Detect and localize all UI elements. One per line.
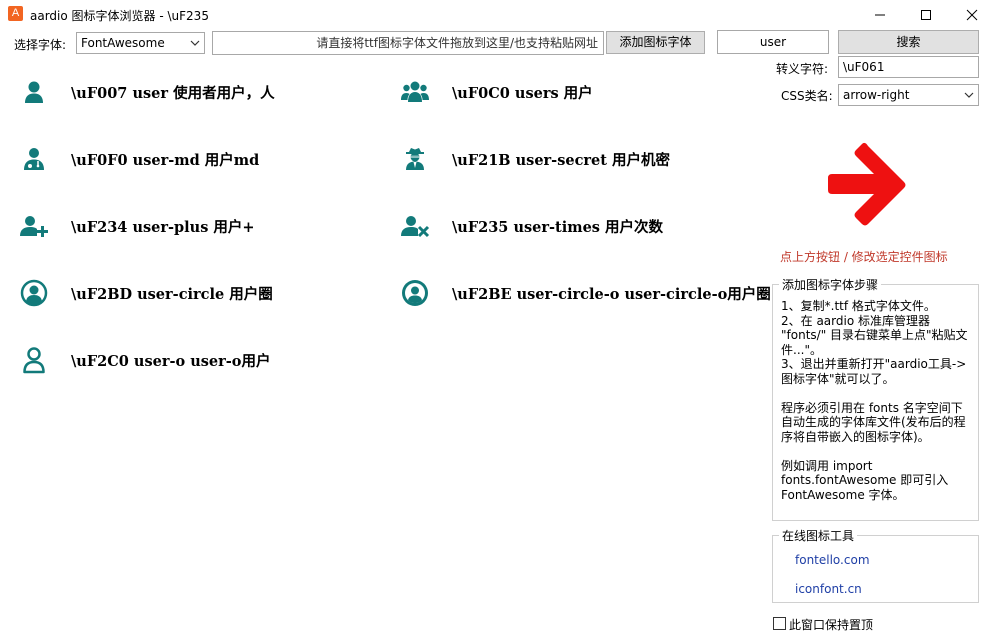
search-input-value: user <box>759 35 787 49</box>
chevron-down-icon <box>190 40 200 46</box>
step-line: 2、在 aardio 标准库管理器 "fonts/" 目录右键菜单上点"粘贴文件… <box>781 313 968 357</box>
icon-caption: \uF234 user-plus 用户+ <box>71 219 255 236</box>
icon-caption: \uF2C0 user-o user-o用户 <box>71 353 271 370</box>
icon-preview-button[interactable] <box>824 140 910 226</box>
icon-caption: \uF2BD user-circle 用户圈 <box>71 286 273 303</box>
topmost-checkbox-label[interactable]: 此窗口保持置顶 <box>789 616 873 633</box>
font-drop-placeholder: 请直接将ttf图标字体文件拖放到这里/也支持粘贴网址 <box>316 36 598 50</box>
step-line: 例如调用 import fonts.fontAwesome 即可引入 FontA… <box>781 458 949 502</box>
step-line: 1、复制*.ttf 格式字体文件。 <box>781 299 936 313</box>
css-class-label: CSS类名: <box>781 89 833 103</box>
close-button[interactable] <box>949 0 993 30</box>
user-circle-o-icon <box>400 278 430 308</box>
font-drop-field[interactable]: 请直接将ttf图标字体文件拖放到这里/也支持粘贴网址 <box>212 31 604 55</box>
topmost-checkbox[interactable] <box>773 617 786 630</box>
steps-group-title: 添加图标字体步骤 <box>779 276 882 293</box>
close-icon <box>966 9 978 21</box>
steps-text: 1、复制*.ttf 格式字体文件。 2、在 aardio 标准库管理器 "fon… <box>781 299 973 502</box>
escape-value: \uF061 <box>843 60 885 74</box>
user-md-icon <box>19 144 49 174</box>
steps-groupbox: 添加图标字体步骤 1、复制*.ttf 格式字体文件。 2、在 aardio 标准… <box>772 276 979 521</box>
user-times-icon <box>400 211 430 241</box>
user-circle-icon <box>19 278 49 308</box>
icon-caption: \uF2BE user-circle-o user-circle-o用户圈 <box>452 286 771 303</box>
css-class-value: arrow-right <box>843 88 910 102</box>
users-icon <box>400 77 430 107</box>
online-tools-title: 在线图标工具 <box>779 527 858 544</box>
add-font-button[interactable]: 添加图标字体 <box>606 31 705 54</box>
step-line: 3、退出并重新打开"aardio工具->图标字体"就可以了。 <box>781 357 967 386</box>
app-logo: A <box>8 6 23 21</box>
escape-label: 转义字符: <box>776 62 829 76</box>
icon-caption: \uF21B user-secret 用户机密 <box>452 152 671 169</box>
icon-caption: \uF235 user-times 用户次数 <box>452 219 664 236</box>
preview-hint: 点上方按钮 / 修改选定控件图标 <box>780 250 948 264</box>
maximize-button[interactable] <box>903 0 949 30</box>
title-bar: A aardio 图标字体浏览器 - \uF235 <box>0 0 993 30</box>
user-plus-icon <box>19 211 49 241</box>
search-input[interactable]: user <box>717 30 829 54</box>
escape-field[interactable]: \uF061 <box>838 56 979 78</box>
css-class-select[interactable]: arrow-right <box>838 84 979 106</box>
user-o-icon <box>19 345 49 375</box>
font-select-label: 选择字体: <box>14 38 67 52</box>
iconfont-link[interactable]: iconfont.cn <box>795 582 862 596</box>
arrow-right-icon <box>828 142 906 226</box>
font-select[interactable]: FontAwesome <box>76 32 205 54</box>
icon-caption: \uF0F0 user-md 用户md <box>71 152 260 169</box>
icon-caption: \uF007 user 使用者用户，人 <box>71 85 275 102</box>
user-icon <box>19 77 49 107</box>
minimize-button[interactable] <box>857 0 903 30</box>
online-tools-groupbox: 在线图标工具 fontello.com iconfont.cn <box>772 527 979 603</box>
user-secret-icon <box>400 144 430 174</box>
step-line: 程序必须引用在 fonts 名字空间下自动生成的字体库文件(发布后的程序将自带嵌… <box>781 400 966 444</box>
font-select-value: FontAwesome <box>81 36 165 50</box>
icon-caption: \uF0C0 users 用户 <box>452 85 593 102</box>
search-button[interactable]: 搜索 <box>838 30 979 54</box>
minimize-icon <box>875 14 885 16</box>
maximize-icon <box>921 10 931 20</box>
chevron-down-icon <box>964 92 974 98</box>
fontello-link[interactable]: fontello.com <box>795 553 870 567</box>
window-title: aardio 图标字体浏览器 - \uF235 <box>30 9 209 23</box>
